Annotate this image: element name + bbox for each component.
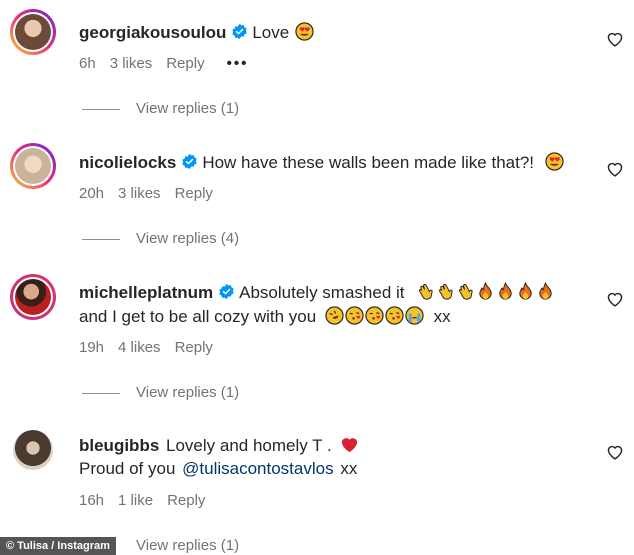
comment-line1: michelleplatnum Absolutely smashed it — [79, 282, 555, 303]
heart-eyes-emoji-icon — [545, 152, 564, 171]
avatar[interactable] — [10, 9, 56, 55]
comment-time: 6h — [79, 55, 96, 72]
comment-text: Love — [252, 23, 290, 42]
verified-badge-icon — [182, 153, 197, 170]
fire-emoji-icon — [519, 282, 532, 300]
username[interactable]: nicolielocks — [79, 153, 176, 172]
view-replies-label: View replies (1) — [136, 384, 240, 401]
comment-line2: and I get to be all cozy with you xx — [79, 306, 451, 327]
kiss-emoji-icon — [385, 306, 404, 325]
likes-count[interactable]: 3 likes — [110, 55, 153, 72]
comment-line1: georgiakousoulou Love — [79, 22, 314, 43]
likes-count[interactable]: 3 likes — [118, 185, 161, 202]
avatar-photo — [15, 148, 51, 184]
replies-divider — [82, 392, 120, 394]
fire-emoji-icon — [479, 282, 492, 300]
emoji-row-2 — [324, 306, 429, 326]
comment-text-line2: Proud of you — [79, 459, 176, 478]
photo-credit: © Tulisa / Instagram — [0, 537, 116, 555]
verified-badge-icon — [232, 23, 247, 40]
replies-divider — [82, 108, 120, 110]
comment-text: Lovely and homely T . — [166, 436, 332, 455]
comment-text-line2: and I get to be all cozy with you — [79, 307, 317, 326]
avatar[interactable] — [10, 143, 56, 189]
reply-button[interactable]: Reply — [175, 185, 213, 202]
comment-meta: 6h 3 likes Reply ••• — [79, 55, 262, 73]
user-mention-link[interactable]: @tulisacontostavlos — [182, 459, 333, 478]
username[interactable]: georgiakousoulou — [79, 23, 226, 42]
reply-button[interactable]: Reply — [175, 339, 213, 356]
reply-button[interactable]: Reply — [166, 55, 204, 72]
comment-meta: 16h 1 like Reply — [79, 492, 219, 510]
username[interactable]: bleugibbs — [79, 436, 159, 455]
clap-emoji-icon — [459, 283, 473, 300]
comment-line1: nicolielocks How have these walls been ma… — [79, 152, 564, 173]
username[interactable]: michelleplatnum — [79, 283, 213, 302]
comment-line1: bleugibbs Lovely and homely T . — [79, 435, 359, 456]
avatar[interactable] — [13, 430, 53, 470]
comment-line2: Proud of you @tulisacontostavlos xx — [79, 459, 357, 479]
comment-text: Absolutely smashed it — [239, 283, 405, 302]
like-heart-icon[interactable] — [606, 444, 624, 460]
comment-meta: 20h 3 likes Reply — [79, 185, 227, 203]
clap-emoji-icon — [439, 283, 453, 300]
view-replies-button[interactable]: View replies (1) — [82, 100, 239, 118]
view-replies-button[interactable]: View replies (1) — [82, 384, 239, 402]
like-heart-icon[interactable] — [606, 161, 624, 177]
avatar-photo — [15, 279, 51, 315]
comment-meta: 19h 4 likes Reply — [79, 339, 227, 357]
comment-text: How have these walls been made like that… — [202, 153, 535, 172]
replies-divider — [82, 238, 120, 240]
more-options-button[interactable]: ••• — [227, 55, 249, 72]
like-heart-icon[interactable] — [606, 291, 624, 307]
view-replies-button[interactable]: View replies (1) — [136, 537, 239, 555]
likes-count[interactable]: 1 like — [118, 492, 153, 509]
view-replies-label: View replies (1) — [136, 537, 240, 554]
view-replies-label: View replies (4) — [136, 230, 240, 247]
kiss-emoji-icon — [365, 306, 384, 325]
fire-emoji-icon — [499, 282, 512, 300]
comment-text-suffix: xx — [433, 307, 451, 326]
reply-button[interactable]: Reply — [167, 492, 205, 509]
heart-eyes-emoji-icon — [295, 22, 314, 41]
fire-emoji-icon — [539, 282, 552, 300]
comment-time: 20h — [79, 185, 105, 202]
emoji-row — [415, 282, 555, 302]
kiss-emoji-icon — [345, 306, 364, 325]
avatar[interactable] — [10, 274, 56, 320]
sob-emoji-icon — [405, 306, 424, 325]
red-heart-emoji-icon — [342, 438, 358, 453]
like-heart-icon[interactable] — [606, 31, 624, 47]
verified-badge-icon — [219, 283, 234, 300]
comment-time: 16h — [79, 492, 105, 509]
avatar-photo — [15, 14, 51, 50]
comment-text-suffix: xx — [340, 459, 358, 478]
comment-time: 19h — [79, 339, 105, 356]
view-replies-label: View replies (1) — [136, 100, 240, 117]
clap-emoji-icon — [419, 283, 433, 300]
view-replies-button[interactable]: View replies (4) — [82, 230, 239, 248]
rofl-emoji-icon — [325, 306, 344, 325]
likes-count[interactable]: 4 likes — [118, 339, 161, 356]
